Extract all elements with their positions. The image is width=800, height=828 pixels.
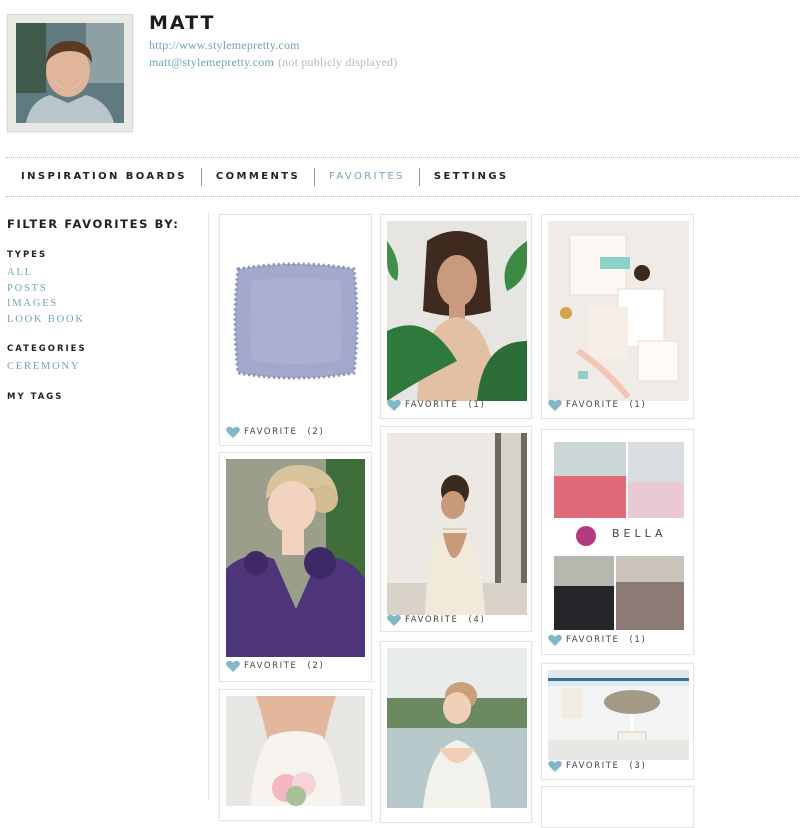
favorite-button[interactable]: FAVORITE (3) <box>548 760 646 772</box>
heart-icon <box>548 634 562 646</box>
favorite-image[interactable] <box>226 696 365 806</box>
favorite-card[interactable] <box>380 641 532 823</box>
favorite-card[interactable]: FAVORITE (2) <box>219 214 372 446</box>
my-tags-heading: MY TAGS <box>7 391 64 402</box>
filter-images[interactable]: IMAGES <box>7 296 202 312</box>
heart-icon <box>548 399 562 411</box>
filter-look-book[interactable]: LOOK BOOK <box>7 312 202 328</box>
favorite-card[interactable]: FAVORITE (3) <box>541 663 694 780</box>
heart-icon <box>387 614 401 626</box>
favorite-count: (1) <box>468 400 486 410</box>
collage-brand-text: BELLA <box>612 527 667 540</box>
filter-title: FILTER FAVORITES BY: <box>7 217 180 231</box>
filter-posts[interactable]: POSTS <box>7 281 202 297</box>
favorite-card[interactable]: FAVORITE (2) <box>219 452 372 682</box>
filter-all[interactable]: ALL <box>7 265 202 281</box>
types-section: TYPES ALL POSTS IMAGES LOOK BOOK <box>7 250 202 327</box>
favorite-card[interactable] <box>541 786 694 828</box>
favorite-image[interactable] <box>387 433 527 615</box>
email-line: matt@stylemepretty.com (not publicly disp… <box>149 55 397 70</box>
favorite-label: FAVORITE <box>405 615 459 625</box>
types-heading: TYPES <box>7 250 48 260</box>
favorite-label: FAVORITE <box>405 400 459 410</box>
favorite-button[interactable]: FAVORITE (1) <box>548 634 646 646</box>
favorite-image[interactable] <box>226 221 365 417</box>
favorite-image[interactable] <box>387 221 527 401</box>
favorite-card[interactable]: FAVORITE (4) <box>380 426 532 632</box>
favorite-image[interactable] <box>548 221 689 401</box>
filter-ceremony[interactable]: CEREMONY <box>7 359 202 375</box>
favorite-image[interactable]: BELLA <box>548 436 689 636</box>
favorite-count: (3) <box>629 761 647 771</box>
profile-nav: INSPIRATION BOARDS COMMENTS FAVORITES SE… <box>6 157 800 197</box>
favorite-image[interactable] <box>387 648 527 808</box>
favorite-count: (1) <box>629 400 647 410</box>
profile-name: MATT <box>149 12 216 34</box>
sidebar-divider <box>208 213 209 800</box>
favorite-label: FAVORITE <box>244 427 298 437</box>
heart-icon <box>226 660 240 672</box>
favorite-button[interactable]: FAVORITE (4) <box>387 614 485 626</box>
favorite-image[interactable] <box>548 670 689 760</box>
email-privacy-note: (not publicly displayed) <box>277 55 398 69</box>
tags-section: MY TAGS <box>7 392 202 402</box>
favorite-card[interactable]: BELLA FAVORITE (1) <box>541 429 694 655</box>
favorite-button[interactable]: FAVORITE (2) <box>226 660 324 672</box>
heart-icon <box>548 760 562 772</box>
avatar[interactable] <box>16 23 124 123</box>
favorite-label: FAVORITE <box>566 400 620 410</box>
tab-inspiration-boards[interactable]: INSPIRATION BOARDS <box>12 168 202 186</box>
favorite-image[interactable] <box>226 459 365 657</box>
favorite-count: (1) <box>629 635 647 645</box>
favorite-label: FAVORITE <box>566 761 620 771</box>
favorite-card[interactable] <box>219 689 372 821</box>
favorite-card[interactable]: FAVORITE (1) <box>541 214 694 419</box>
favorite-button[interactable]: FAVORITE (2) <box>226 426 324 438</box>
tab-settings[interactable]: SETTINGS <box>420 168 523 186</box>
favorite-button[interactable]: FAVORITE (1) <box>548 399 646 411</box>
categories-section: CATEGORIES CEREMONY <box>7 344 202 375</box>
heart-icon <box>226 426 240 438</box>
favorite-label: FAVORITE <box>566 635 620 645</box>
favorite-count: (2) <box>307 427 325 437</box>
favorite-count: (2) <box>307 661 325 671</box>
email-link[interactable]: matt@stylemepretty.com <box>149 55 274 69</box>
filter-sidebar: FILTER FAVORITES BY: TYPES ALL POSTS IMA… <box>7 217 202 419</box>
favorite-label: FAVORITE <box>244 661 298 671</box>
favorite-card[interactable]: FAVORITE (1) <box>380 214 532 419</box>
avatar-frame <box>7 14 133 132</box>
favorite-count: (4) <box>468 615 486 625</box>
heart-icon <box>387 399 401 411</box>
categories-heading: CATEGORIES <box>7 344 87 354</box>
favorite-button[interactable]: FAVORITE (1) <box>387 399 485 411</box>
tab-favorites[interactable]: FAVORITES <box>315 168 420 186</box>
website-link[interactable]: http://www.stylemepretty.com <box>149 38 300 53</box>
tab-comments[interactable]: COMMENTS <box>202 168 316 186</box>
